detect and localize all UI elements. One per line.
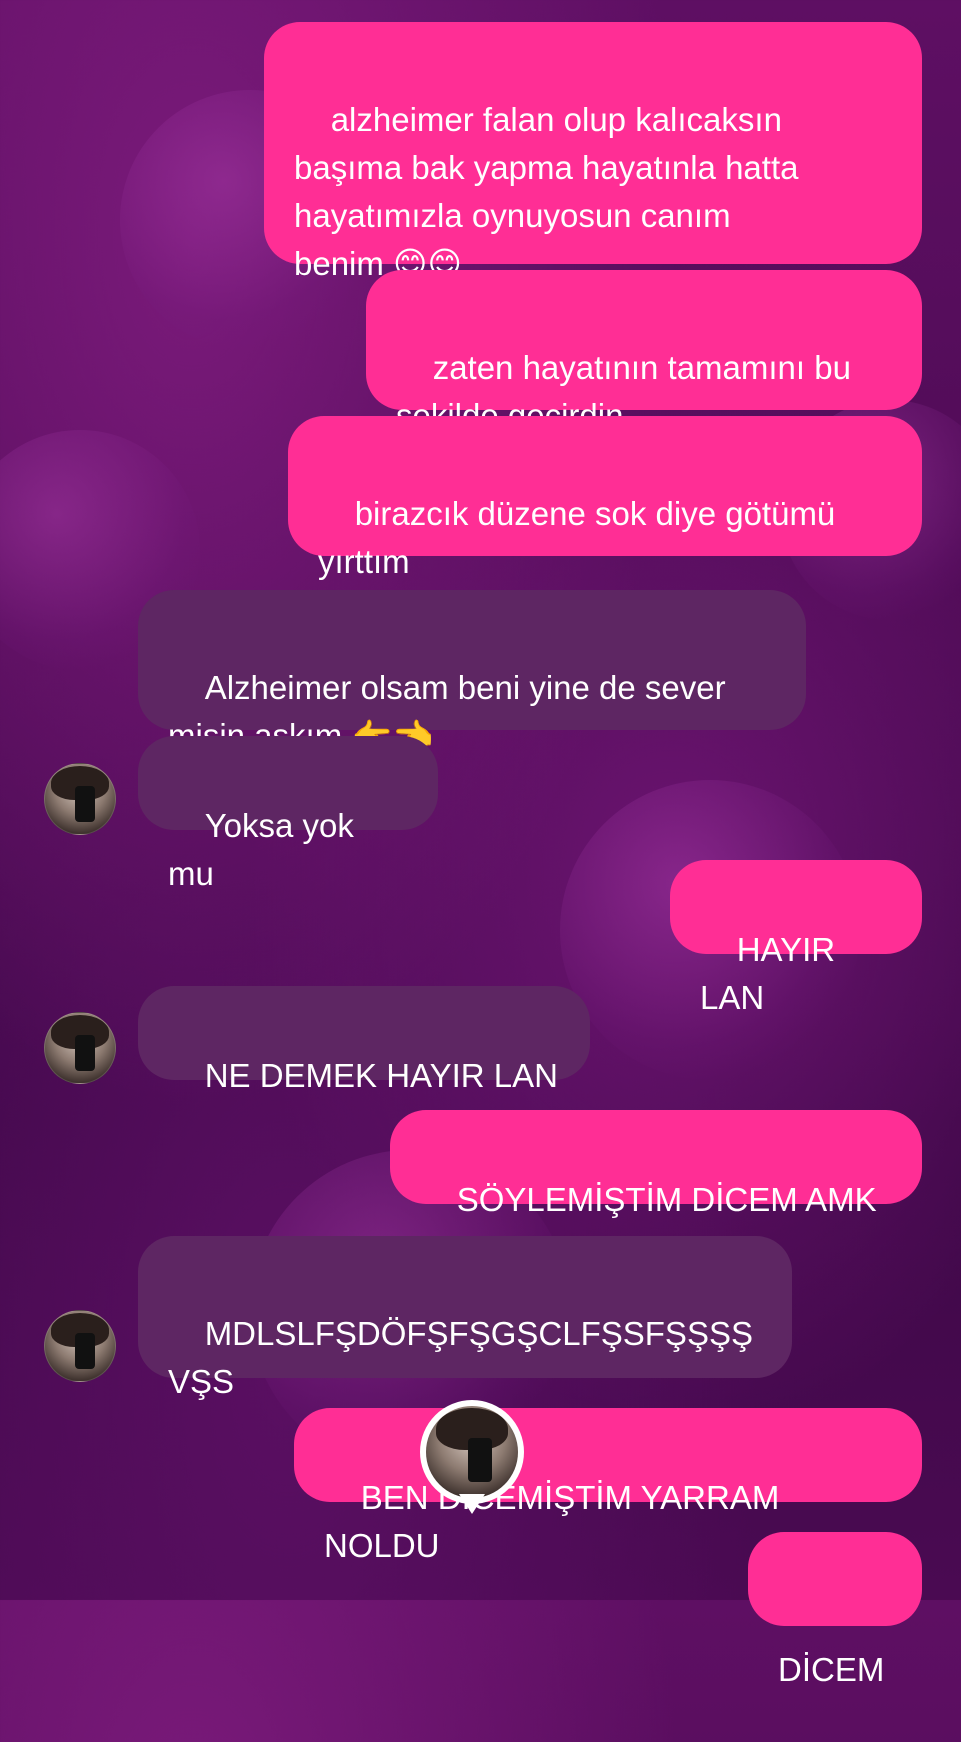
message-text: BEN DİCEMİŞTİM YARRAM NOLDU [324, 1479, 789, 1564]
message-text: NE DEMEK HAYIR LAN [204, 1057, 558, 1094]
contact-avatar[interactable] [44, 1012, 116, 1084]
typing-avatar-pin[interactable] [420, 1400, 524, 1514]
contact-avatar[interactable] [44, 1310, 116, 1382]
message-outgoing[interactable]: zaten hayatının tamamını bu şekilde geçi… [366, 270, 922, 434]
message-outgoing[interactable]: SÖYLEMİŞTİM DİCEM AMK [390, 1110, 922, 1218]
message-outgoing[interactable]: alzheimer falan olup kalıcaksın başıma b… [264, 22, 922, 282]
message-text: alzheimer falan olup kalıcaksın başıma b… [294, 101, 799, 282]
message-outgoing[interactable]: birazcık düzene sok diye götümü yırttım [288, 416, 922, 580]
message-text: birazcık düzene sok diye götümü yırttım [318, 495, 836, 580]
message-outgoing[interactable]: HAYIR LAN [670, 860, 922, 1016]
contact-avatar[interactable] [44, 763, 116, 835]
message-outgoing[interactable]: BEN DİCEMİŞTİM YARRAM NOLDU [294, 1408, 922, 1564]
message-text: Yoksa yok mu [168, 807, 364, 892]
pin-pointer-icon [459, 1494, 485, 1514]
message-incoming[interactable]: NE DEMEK HAYIR LAN [138, 986, 590, 1094]
message-text: SÖYLEMİŞTİM DİCEM AMK [456, 1181, 877, 1218]
message-incoming[interactable]: Yoksa yok mu [138, 736, 438, 892]
message-text: DİCEM [778, 1651, 885, 1688]
contact-avatar [426, 1406, 518, 1498]
message-incoming[interactable]: MDLSLFŞDÖFŞFŞGŞCLFŞSFŞŞŞŞ VŞS [138, 1236, 792, 1400]
message-incoming[interactable]: Alzheimer olsam beni yine de sever misin… [138, 590, 806, 754]
message-outgoing[interactable]: DİCEM [748, 1532, 922, 1688]
